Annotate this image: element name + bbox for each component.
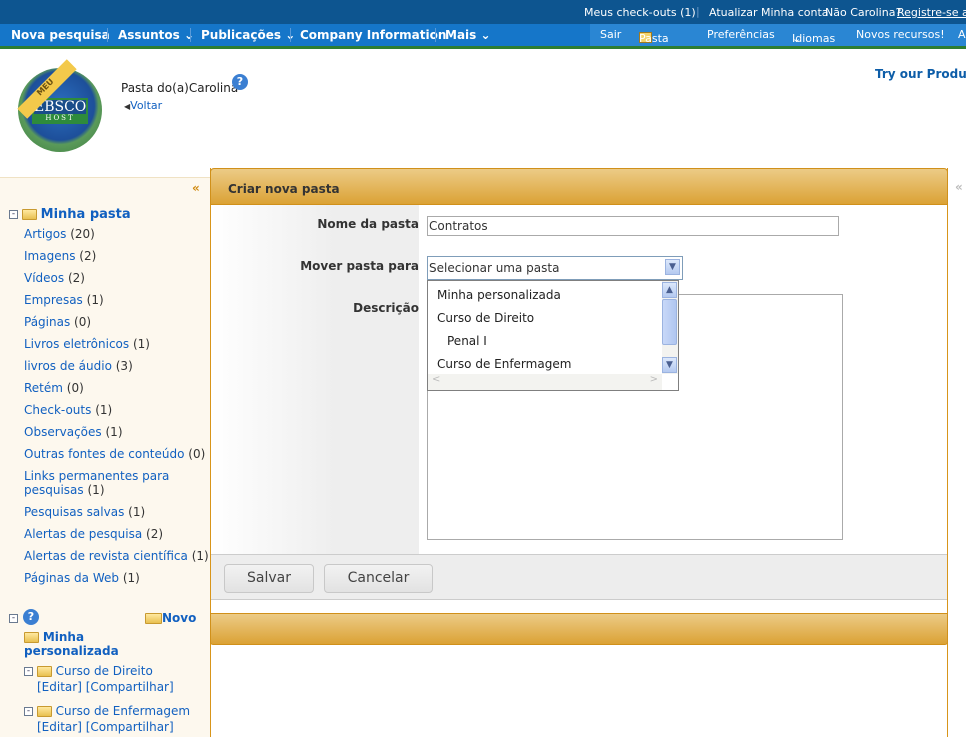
sidebar-item[interactable]: Observações (1) <box>24 425 123 439</box>
folder-icon <box>36 666 52 677</box>
nav-subjects[interactable]: Assuntos ⌄ <box>118 28 194 42</box>
help-icon[interactable]: ? <box>232 74 248 90</box>
not-user-text: Não Carolina? <box>825 6 902 19</box>
new-features-link[interactable]: Novos recursos! <box>856 28 945 41</box>
chevron-down-icon: ⌄ <box>792 32 802 45</box>
folder-item[interactable]: - Curso de Direito <box>24 664 153 678</box>
dropdown-option[interactable]: Penal I <box>447 334 487 348</box>
edit-link[interactable]: [Editar] <box>37 720 82 734</box>
sidebar-item[interactable]: Links permanentes para pesquisas (1) <box>24 469 184 497</box>
dropdown-option[interactable]: Minha personalizada <box>437 288 561 302</box>
divider <box>0 46 966 49</box>
folder-icon <box>21 209 37 220</box>
scroll-thumb[interactable] <box>662 299 677 345</box>
collapse-icon[interactable]: - <box>24 667 33 676</box>
collapse-icon[interactable]: - <box>9 210 18 219</box>
folder-name-input[interactable]: Contratos <box>427 216 839 236</box>
save-button[interactable]: Salvar <box>224 564 314 593</box>
preferences-link[interactable]: Preferências <box>707 28 775 41</box>
try-products-link[interactable]: Try our Products <box>875 67 966 81</box>
sidebar-item[interactable]: Imagens (2) <box>24 249 96 263</box>
panel-title: Criar nova pasta <box>228 182 340 196</box>
sidebar-item[interactable]: Check-outs (1) <box>24 403 112 417</box>
main-nav: Nova pesquisa Assuntos ⌄ Publicações ⌄ C… <box>0 24 966 46</box>
update-account-link[interactable]: Atualizar Minha conta <box>709 6 829 19</box>
sidebar-item[interactable]: Livros eletrônicos (1) <box>24 337 150 351</box>
chevron-down-icon: ⌄ <box>480 28 491 42</box>
custom-folder-root[interactable]: Minha personalizada <box>24 630 164 658</box>
dropdown-option[interactable]: Curso de Enfermagem <box>437 357 571 371</box>
register-link[interactable]: Registre-se aqui <box>897 6 966 19</box>
share-link[interactable]: [Compartilhar] <box>86 680 174 694</box>
nav-new-search[interactable]: Nova pesquisa <box>11 28 110 42</box>
sidebar-item[interactable]: Pesquisas salvas (1) <box>24 505 145 519</box>
scroll-right-icon[interactable]: > <box>650 374 658 385</box>
sidebar-item[interactable]: Páginas da Web (1) <box>24 571 140 585</box>
folder-icon <box>36 706 52 717</box>
sidebar-item[interactable]: Retém (0) <box>24 381 84 395</box>
horizontal-scrollbar[interactable]: < > <box>428 374 662 390</box>
new-folder-icon <box>145 613 162 624</box>
sidebar-item[interactable]: Empresas (1) <box>24 293 104 307</box>
edit-link[interactable]: [Editar] <box>37 680 82 694</box>
collapse-icon[interactable]: - <box>9 611 18 625</box>
folder-item[interactable]: - Curso de Enfermagem <box>24 704 190 718</box>
nav-company-information[interactable]: Company Information <box>300 28 446 42</box>
move-folder-label: Mover pasta para <box>300 259 419 273</box>
collapse-right-icon[interactable]: « <box>955 180 963 194</box>
vertical-scrollbar[interactable]: ▲ ▼ <box>662 281 678 374</box>
my-checkouts-link[interactable]: Meus check-outs (1) <box>584 6 696 19</box>
scroll-down-icon[interactable]: ▼ <box>662 357 677 373</box>
ebsco-logo[interactable]: EBSCO HOST MEU <box>17 59 102 152</box>
dropdown-option[interactable]: Curso de Direito <box>437 311 534 325</box>
sidebar-item[interactable]: Páginas (0) <box>24 315 91 329</box>
description-label: Descrição <box>353 301 419 315</box>
top-utility-bar: Meus check-outs (1) | Atualizar Minha co… <box>0 0 966 24</box>
divider: | <box>696 5 700 18</box>
panel-footer-bar <box>210 613 948 645</box>
sidebar-item[interactable]: Alertas de revista científica (1) <box>24 549 209 563</box>
sidebar-item[interactable]: Vídeos (2) <box>24 271 85 285</box>
sidebar-item[interactable]: livros de áudio (3) <box>24 359 133 373</box>
back-link[interactable]: ◀Voltar <box>124 99 162 112</box>
cancel-button[interactable]: Cancelar <box>324 564 433 593</box>
new-folder-button[interactable]: Novo <box>145 611 196 625</box>
sign-out-link[interactable]: Sair <box>600 28 621 41</box>
panel-header: Criar nova pasta <box>210 168 948 205</box>
share-link[interactable]: [Compartilhar] <box>86 720 174 734</box>
create-folder-panel: Criar nova pasta Nome da pasta Contratos… <box>210 168 948 737</box>
scroll-left-icon[interactable]: < <box>432 374 440 385</box>
collapse-sidebar-icon[interactable]: « <box>192 181 200 195</box>
chevron-down-icon: ⌄ <box>183 28 195 42</box>
chevron-down-icon[interactable]: ▼ <box>665 259 680 275</box>
sidebar: « - Minha pasta Artigos (20) Imagens (2) V… <box>0 177 210 737</box>
page-title: Pasta do(a)Carolina <box>121 81 239 95</box>
folder-root[interactable]: - Minha pasta <box>9 207 131 222</box>
sidebar-item[interactable]: Alertas de pesquisa (2) <box>24 527 163 541</box>
nav-more-right[interactable]: A <box>958 28 966 41</box>
sidebar-item[interactable]: Artigos (20) <box>24 227 95 241</box>
scroll-up-icon[interactable]: ▲ <box>662 282 677 298</box>
nav-more[interactable]: Mais ⌄ <box>445 28 491 42</box>
nav-publications[interactable]: Publicações ⌄ <box>201 28 295 42</box>
collapse-icon[interactable]: - <box>24 707 33 716</box>
help-icon[interactable]: ? <box>23 609 39 625</box>
button-bar: Salvar Cancelar <box>211 554 947 600</box>
folder-name-label: Nome da pasta <box>317 217 419 231</box>
sidebar-item[interactable]: Outras fontes de conteúdo (0) <box>24 447 205 461</box>
nav-right: Sair Pasta Preferências Idiomas ⌄ Novos … <box>590 24 966 46</box>
move-folder-select[interactable]: Selecionar uma pasta ▼ <box>427 256 683 280</box>
folder-dropdown-list: Minha personalizada Curso de Direito Pen… <box>427 280 679 391</box>
folder-icon <box>24 632 39 643</box>
